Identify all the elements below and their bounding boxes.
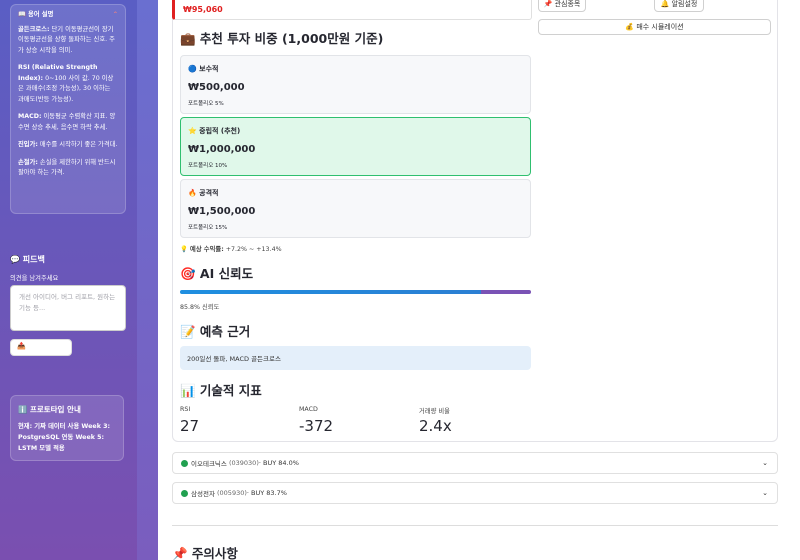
metric-value-volume-ratio: 2.4x xyxy=(419,417,452,435)
glossary-term: MACD: xyxy=(18,113,42,120)
reason-box: 200일선 돌파, MACD 골든크로스 xyxy=(180,346,531,370)
plan-conservative[interactable]: 🔵 보수적 ₩500,000 포트폴리오 5% xyxy=(180,55,531,114)
feedback-label: 의견을 남겨주세요 xyxy=(10,275,59,282)
metric-label-rsi: RSI xyxy=(180,406,191,413)
plan-percent: 포트폴리오 5% xyxy=(188,101,224,107)
plan-name: 🔵 보수적 xyxy=(188,65,219,73)
sidebar: 📖 용어 설명 ⌃ 골든크로스: 단기 이동평균선이 장기 이동평균선을 상향 돌… xyxy=(0,0,137,560)
chevron-down-icon[interactable]: ⌄ xyxy=(762,459,768,467)
prototype-title: ℹ️ 프로토타입 안내 xyxy=(18,405,81,414)
glossary-title: 📖 용어 설명 xyxy=(18,11,54,18)
metric-label-volume-ratio: 거래량 비율 xyxy=(419,408,450,415)
chevron-down-icon[interactable]: ⌄ xyxy=(762,489,768,497)
glossary-term: 골든크로스: xyxy=(18,25,50,33)
divider xyxy=(172,525,778,526)
reason-title: 📝 예측 근거 xyxy=(180,324,251,339)
stock-code: (005930) xyxy=(217,489,247,497)
feedback-submit-button[interactable]: 📤 xyxy=(10,339,72,356)
glossary-panel: 📖 용어 설명 ⌃ 골든크로스: 단기 이동평균선이 장기 이동평균선을 상향 돌… xyxy=(10,4,126,214)
plan-neutral-recommended[interactable]: ⭐ 중립적 (추천) ₩1,000,000 포트폴리오 10% xyxy=(180,117,531,176)
metric-value-macd: -372 xyxy=(299,417,334,435)
stock-name: 삼성전자 xyxy=(191,490,215,498)
watchlist-button[interactable]: 📌 관심종목 xyxy=(538,0,586,12)
plan-name: 🔥 공격적 xyxy=(188,189,219,197)
plan-aggressive[interactable]: 🔥 공격적 ₩1,500,000 포트폴리오 15% xyxy=(180,179,531,238)
glossary-item: MACD: 이동평균 수렴확산 지표. 양수면 상승 추세, 음수면 하락 추세… xyxy=(18,112,118,133)
main-content: ₩95,060 📌 관심종목 🔔 알림설정 💰 매수 시뮬레이션 💼 추천 투자… xyxy=(158,0,800,560)
collapse-icon[interactable]: ⌃ xyxy=(113,10,118,21)
price-box: ₩95,060 xyxy=(172,0,532,20)
glossary-term: 진입가: xyxy=(18,141,38,148)
stock-code: (039030) xyxy=(228,459,259,467)
confidence-title: 🎯 AI 신뢰도 xyxy=(180,266,254,281)
confidence-label: 85.8% 신뢰도 xyxy=(180,304,220,311)
glossary-item: 손절가: 손실을 제한하기 위해 반드시 팔아야 하는 가격. xyxy=(18,158,118,179)
stock-expander[interactable]: 이오테크닉스 (039030) · BUY 84.0% ⌄ xyxy=(172,452,778,474)
confidence-bar-fill xyxy=(180,290,482,294)
expected-return: 💡 예상 수익률: +7.2% ~ +13.4% xyxy=(180,244,282,253)
plan-amount: ₩1,500,000 xyxy=(188,206,256,217)
allocation-title: 💼 추천 투자 비중 (1,000만원 기준) xyxy=(180,31,384,46)
metric-value-rsi: 27 xyxy=(180,417,200,435)
feedback-title: 💬 피드백 xyxy=(10,255,45,264)
metric-label-macd: MACD xyxy=(299,406,318,413)
plan-percent: 포트폴리오 15% xyxy=(188,225,228,231)
stock-signal: · BUY 83.7% xyxy=(246,489,287,497)
plan-amount: ₩500,000 xyxy=(188,82,245,93)
prototype-info-panel: ℹ️ 프로토타입 안내 현재: 기짜 데이터 사용 Week 3: Postgr… xyxy=(10,395,124,461)
caution-title: 📌 주의사항 xyxy=(172,546,238,560)
technical-title: 📊 기술적 지표 xyxy=(180,383,262,398)
plan-amount: ₩1,000,000 xyxy=(188,144,256,155)
buy-signal-icon xyxy=(181,459,188,467)
feedback-textarea[interactable]: 개선 아이디어, 버그 리포트, 원하는 기능 등... xyxy=(10,285,126,331)
buy-simulation-button[interactable]: 💰 매수 시뮬레이션 xyxy=(538,19,771,35)
expected-return-label: 💡 예상 수익률: xyxy=(180,246,224,253)
confidence-bar xyxy=(180,290,531,294)
plan-percent: 포트폴리오 10% xyxy=(188,163,228,169)
glossary-item: RSI (Relative Strength Index): 0~100 사이 … xyxy=(18,63,118,105)
glossary-desc: 매수를 시작하기 좋은 가격대. xyxy=(37,141,118,148)
prototype-text: 현재: 기짜 데이터 사용 Week 3: PostgreSQL 연동 Week… xyxy=(18,423,110,452)
buy-signal-icon xyxy=(181,489,188,497)
glossary-item: 진입가: 매수를 시작하기 좋은 가격대. xyxy=(18,140,118,151)
stock-expander[interactable]: 삼성전자 (005930) · BUY 83.7% ⌄ xyxy=(172,482,778,504)
stock-signal: · BUY 84.0% xyxy=(258,459,299,467)
glossary-term: 손절가: xyxy=(18,158,38,166)
confidence-bar-remainder xyxy=(481,290,531,294)
plan-name: ⭐ 중립적 (추천) xyxy=(188,127,241,135)
sidebar-edge xyxy=(137,0,158,560)
alert-settings-button[interactable]: 🔔 알림설정 xyxy=(654,0,704,12)
stock-name: 이오테크닉스 xyxy=(191,460,227,468)
glossary-item: 골든크로스: 단기 이동평균선이 장기 이동평균선을 상향 돌파하는 신호. 주… xyxy=(18,25,118,57)
expected-return-value: +7.2% ~ +13.4% xyxy=(223,246,282,253)
